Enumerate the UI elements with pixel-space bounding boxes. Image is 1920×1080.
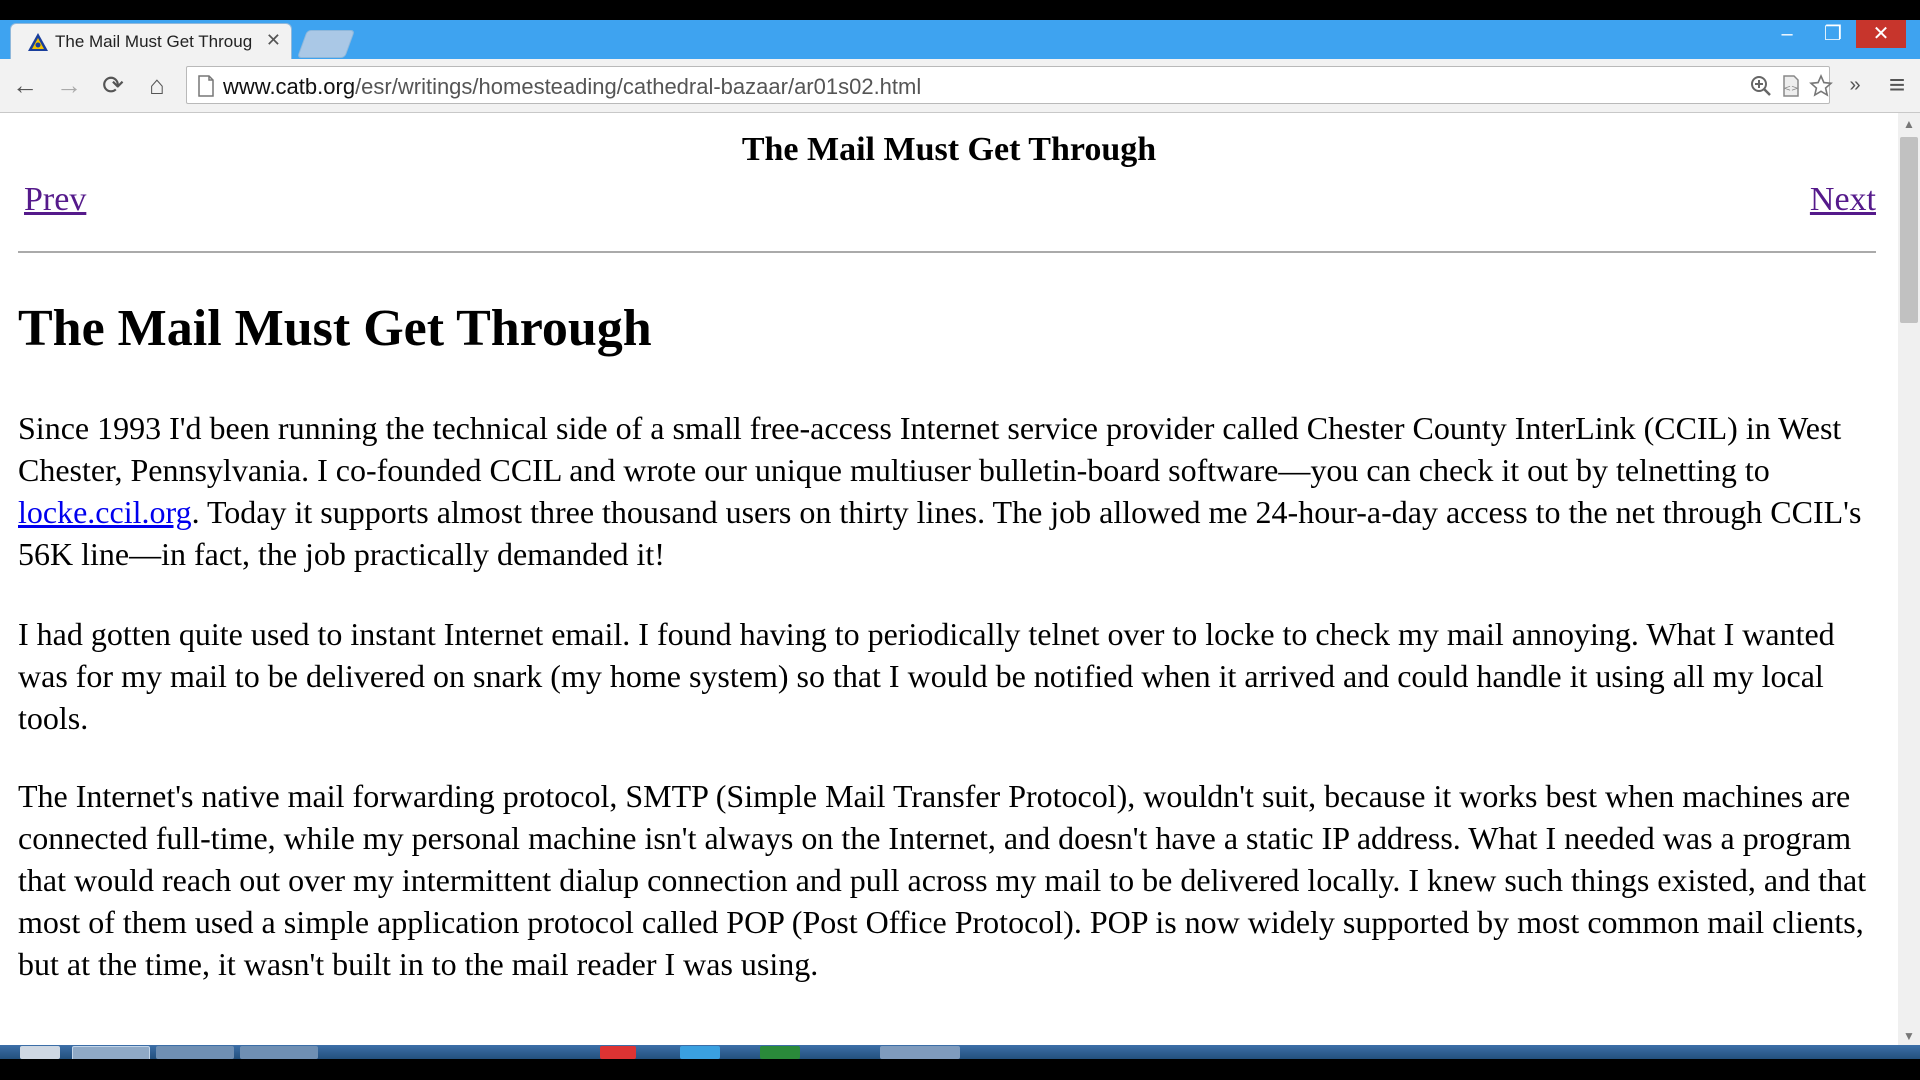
bookmark-star-icon[interactable] xyxy=(1807,73,1835,99)
paragraph-1-text-b: . Today it supports almost three thousan… xyxy=(18,494,1862,572)
reload-icon[interactable]: ⟳ xyxy=(96,69,130,101)
maximize-button[interactable]: ❐ xyxy=(1810,20,1856,48)
home-icon[interactable]: ⌂ xyxy=(140,69,174,101)
tab-close-icon[interactable]: ✕ xyxy=(266,30,281,51)
browser-titlebar: The Mail Must Get Throug ✕ xyxy=(0,20,1920,59)
favicon-icon xyxy=(28,33,48,51)
prev-link[interactable]: Prev xyxy=(24,181,86,219)
zoom-icon[interactable] xyxy=(1747,73,1775,99)
paragraph-2: I had gotten quite used to instant Inter… xyxy=(18,616,1835,736)
screen-bottom-border xyxy=(0,1059,1920,1080)
taskbar-app-5[interactable] xyxy=(680,1046,720,1059)
taskbar-app-7[interactable] xyxy=(880,1046,960,1059)
locke-link[interactable]: locke.ccil.org xyxy=(18,494,192,530)
forward-icon[interactable]: → xyxy=(52,69,86,101)
vertical-scrollbar[interactable]: ▲ ▼ xyxy=(1898,113,1920,1045)
page-heading: The Mail Must Get Through xyxy=(18,300,652,357)
url-text[interactable]: www.catb.org/esr/writings/homesteading/c… xyxy=(223,74,921,100)
paragraph-1-text-a: Since 1993 I'd been running the technica… xyxy=(18,410,1842,488)
minimize-button[interactable]: ‒ xyxy=(1764,20,1810,48)
next-link[interactable]: Next xyxy=(1810,181,1876,219)
menu-icon[interactable]: ≡ xyxy=(1880,69,1914,101)
nav-header-title: The Mail Must Get Through xyxy=(741,131,1157,168)
taskbar-app-4[interactable] xyxy=(600,1046,636,1059)
scroll-down-icon[interactable]: ▼ xyxy=(1903,1029,1915,1043)
url-path: /esr/writings/homesteading/cathedral-baz… xyxy=(355,74,922,99)
svg-text:<>: <> xyxy=(1783,84,1798,94)
header-divider xyxy=(18,251,1876,253)
back-icon[interactable]: ← xyxy=(8,69,42,101)
close-window-button[interactable]: ✕ xyxy=(1856,20,1906,48)
taskbar-app-6[interactable] xyxy=(760,1046,800,1059)
browser-tab[interactable]: The Mail Must Get Throug ✕ xyxy=(10,23,292,59)
start-button[interactable] xyxy=(20,1046,60,1059)
taskbar-app-2[interactable] xyxy=(156,1046,234,1059)
page-content: The Mail Must Get Through Prev Next The … xyxy=(0,113,1898,1045)
page-icon xyxy=(198,75,214,97)
scroll-up-icon[interactable]: ▲ xyxy=(1903,117,1915,131)
tab-title: The Mail Must Get Throug xyxy=(55,32,253,51)
paragraph-3: The Internet's native mail forwarding pr… xyxy=(18,778,1867,982)
paragraph-1: Since 1993 I'd been running the technica… xyxy=(18,407,1878,575)
page-action-icon[interactable]: <> xyxy=(1777,73,1805,99)
browser-toolbar: ← → ⟳ ⌂ www.catb.org/esr/writings/homest… xyxy=(0,59,1920,113)
extensions-overflow-icon[interactable]: » xyxy=(1838,69,1872,101)
scrollbar-thumb[interactable] xyxy=(1900,137,1918,323)
os-taskbar xyxy=(0,1045,1920,1061)
url-host: www.catb.org xyxy=(223,74,356,99)
new-tab-button[interactable] xyxy=(296,30,356,58)
taskbar-app-3[interactable] xyxy=(240,1046,318,1059)
address-bar[interactable]: www.catb.org/esr/writings/homesteading/c… xyxy=(186,66,1833,104)
